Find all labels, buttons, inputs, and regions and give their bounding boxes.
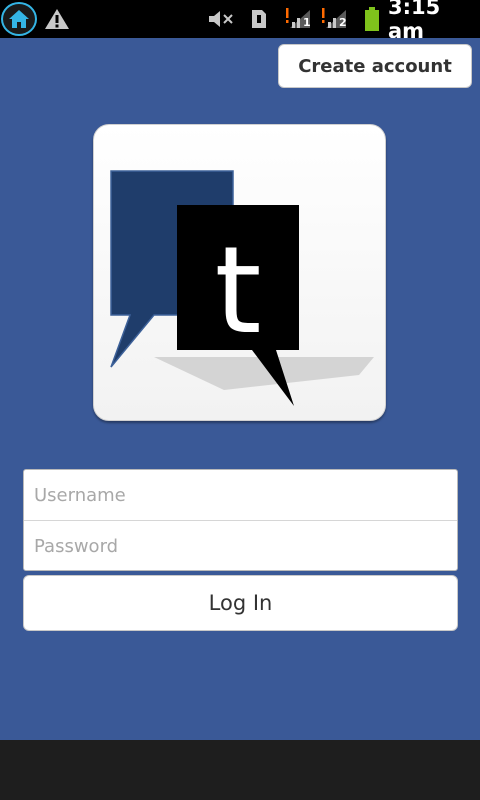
login-button[interactable]: Log In bbox=[23, 575, 458, 631]
signal-2-label: 2 bbox=[339, 16, 347, 29]
app-logo: t bbox=[93, 124, 386, 421]
status-time: 3:15 am bbox=[388, 0, 441, 43]
t-speech-bubbles-logo-icon: t bbox=[110, 170, 374, 406]
logo-letter: t bbox=[214, 222, 261, 361]
signal-1-icon: 1 bbox=[284, 0, 314, 38]
sim-card-icon bbox=[250, 0, 268, 38]
password-input[interactable] bbox=[24, 521, 457, 571]
username-input[interactable] bbox=[24, 470, 457, 520]
mute-icon bbox=[207, 0, 235, 38]
status-bar: 1 2 3:15 am bbox=[0, 0, 480, 43]
navigation-bar bbox=[0, 740, 480, 800]
create-account-button[interactable]: Create account bbox=[278, 44, 472, 88]
battery-icon bbox=[362, 0, 382, 38]
home-icon[interactable] bbox=[1, 2, 37, 36]
signal-1-label: 1 bbox=[303, 16, 311, 29]
warning-icon[interactable] bbox=[43, 0, 71, 38]
signal-2-icon: 2 bbox=[320, 0, 350, 38]
login-screen: Create account t Log In bbox=[0, 38, 480, 740]
login-form bbox=[23, 469, 458, 571]
